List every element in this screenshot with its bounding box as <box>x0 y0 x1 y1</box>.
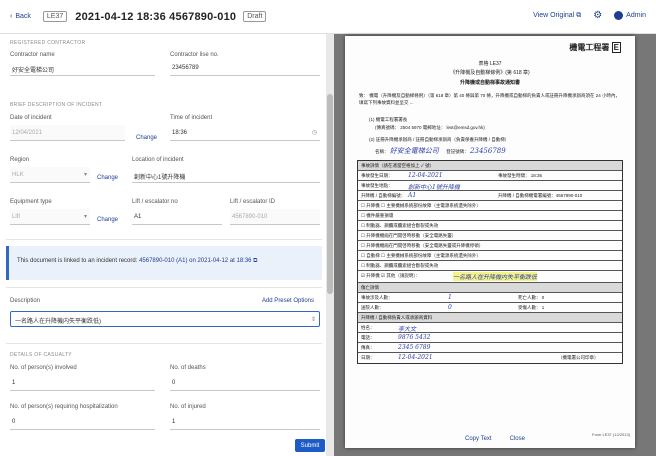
table-row: 事故詳情（請在適當空格加上 ✓ 號） <box>358 161 622 171</box>
table-row: 電話： 9876 5432 <box>358 333 622 343</box>
change-region-button[interactable]: Change <box>97 175 118 181</box>
location-field[interactable]: 創新中心1號升降機 <box>132 167 320 183</box>
scrollbar-thumb[interactable] <box>327 94 333 294</box>
table-row: ☐ 機件嚴重損壞 <box>358 211 622 221</box>
lift-id-field[interactable]: 4567890-010 <box>230 209 320 225</box>
incident-form: REGISTERED CONTRACTOR Contractor name 好安… <box>0 34 326 456</box>
contractor-name-label: Contractor name <box>10 52 55 58</box>
external-link-icon: ⧉ <box>253 258 258 264</box>
equipment-label: Equipment type <box>10 199 52 205</box>
doc-ref: 表格 LE37 <box>478 61 502 67</box>
injured-field[interactable]: 1 <box>170 414 320 430</box>
doc-title: 升降機或自動梯事故通知書 <box>459 80 520 86</box>
copy-text-button[interactable]: Copy Text <box>465 436 492 442</box>
table-row: 日期： 12-04-2021 （機電署公司印章） <box>361 354 599 361</box>
table-row: 姓名： 李大文 <box>358 323 622 333</box>
lift-no-field[interactable]: A1 <box>132 209 222 225</box>
time-field[interactable]: 18:36 ◷ <box>170 125 320 141</box>
table-row: ☐ 制動器、鋼纜或纜索組合斷裂或失效 <box>358 221 622 231</box>
doc-contractor: (2) 註冊升降機承辦商 / 註冊自動梯承辦商（負責保養升降機 / 自動梯） <box>369 137 510 142</box>
persons-involved-field[interactable]: 1 <box>10 375 155 391</box>
doc-ordinance: 《升降機及自動梯條例》(第 618 章) <box>450 70 530 76</box>
table-row: ☐ 自動梯 ☐ 主要機械系統部份故障（主電源系統遺失除外） <box>358 251 622 261</box>
external-link-icon: ⧉ <box>576 11 582 19</box>
change-equipment-button[interactable]: Change <box>97 217 118 223</box>
back-button[interactable]: ‹ Back <box>10 13 31 20</box>
persons-involved-label: No. of person(s) involved <box>10 365 77 371</box>
section-casualty: DETAILS OF CASUALTY <box>10 352 72 358</box>
section-contractor: REGISTERED CONTRACTOR <box>10 40 86 46</box>
deaths-label: No. of deaths <box>170 365 206 371</box>
incident-record-link[interactable]: 4567890-010 (A1) on 2021-04-12 at 18:36 <box>139 258 251 264</box>
form-footer-ref: Form LE37 (12/2013) <box>592 432 631 437</box>
lift-id-label: Lift / escalator ID <box>230 199 276 205</box>
divider <box>6 343 322 344</box>
divider <box>6 239 322 240</box>
hospital-label: No. of person(s) requiring hospitalizati… <box>10 404 118 410</box>
status-badge: Draft <box>243 11 267 22</box>
top-bar: ‹ Back LE37 2021-04-12 18:36 4567890-010… <box>0 0 656 34</box>
divider <box>6 287 322 288</box>
scanned-form-page: 機電工程署 E 表格 LE37 《升降機及自動梯條例》(第 618 章) 升降機… <box>345 36 635 448</box>
section-incident: BRIEF DESCRIPTION OF INCIDENT <box>10 102 103 108</box>
document-actions: Copy Text Close <box>465 436 525 442</box>
chevron-down-icon: ▾ <box>83 172 87 178</box>
injured-label: No. of injured <box>170 404 206 410</box>
table-row: 事故發生地點： 創新中心1號升降機 <box>358 181 622 191</box>
date-label: Date of incident <box>10 115 52 121</box>
table-row: 送院人數： 0 受傷人數： 1 <box>358 303 622 313</box>
submit-button[interactable]: Submit <box>295 439 325 452</box>
user-menu[interactable]: Admin <box>614 11 646 20</box>
clock-icon: ◷ <box>311 130 317 136</box>
date-field[interactable]: 12/04/2021 <box>10 125 125 141</box>
region-label: Region <box>10 157 30 163</box>
description-field[interactable]: 一名路人在升降機内失平衡跌低) ⇕ <box>10 311 320 327</box>
table-row: ☐ 升降機機廂在門開啓時移動（安全電路失靈或升降機停頓） <box>358 241 622 251</box>
time-label: Time of incident <box>170 115 213 121</box>
contractor-name-field[interactable]: 好安全電梯公司 <box>10 60 155 76</box>
top-actions: View Original ⧉ ⚙ Admin <box>533 10 646 21</box>
table-row: ☐ 制動器、鋼纜或纜索組合斷裂或失效 <box>358 261 622 271</box>
doc-to: (1) 機電工程署署長 <box>369 117 408 122</box>
deaths-field[interactable]: 0 <box>170 375 320 391</box>
expand-icon: ⇕ <box>310 317 316 323</box>
table-row: ☐ 升降機 ☐ 主要機械系統部份故障（主電源系統遺失除外） <box>358 201 622 211</box>
doc-intro: 致： 機電（升降機及自動梯條例）（第 618 章）第 40 條與第 70 條，升… <box>359 93 621 105</box>
region-select[interactable]: HLK ▾ <box>10 167 90 183</box>
table-row: 傷亡詳情 <box>358 283 622 293</box>
table-row: ☑ 升降機 ☑ 其他（請說明）： 一名路人在升降機内失平衡跌低 <box>358 271 622 283</box>
department-logo: 機電工程署 E <box>569 42 621 53</box>
table-row: 升降機 / 自動梯負責人或承辦商資料 <box>358 313 622 323</box>
form-scrollbar[interactable] <box>326 34 334 456</box>
gear-icon[interactable]: ⚙ <box>593 10 602 21</box>
chevron-down-icon: ▾ <box>83 214 87 220</box>
linked-record-banner: This document is linked to an incident r… <box>6 246 322 280</box>
lift-no-label: Lift / escalator no <box>132 199 178 205</box>
table-row: 事故涉及人數： 1 死亡人數： 0 <box>358 293 622 303</box>
table-row: ☐ 升降機機廂在門開啓時移動（安全電路失靈） <box>358 231 622 241</box>
user-icon <box>614 11 624 20</box>
location-label: Location of incident <box>132 157 184 163</box>
description-label: Description <box>10 298 41 304</box>
form-ref-tag: LE37 <box>42 11 68 22</box>
equipment-select[interactable]: Lift ▾ <box>10 209 90 225</box>
doc-name-line: 名稱： 好安全電梯公司 登記號碼： 23456789 <box>375 147 506 155</box>
add-preset-options-button[interactable]: Add Preset Options <box>262 298 314 304</box>
table-row: 升降機 / 自動梯編號： A1 升降機 / 自動梯機電署編號：4567890-010 <box>358 191 622 201</box>
highlighted-description: 一名路人在升降機内失平衡跌低 <box>453 272 538 281</box>
doc-fax: (傳真號碼： 2504 5970 電郵地址： lest@emsd.gov.hk) <box>375 125 485 130</box>
hospital-field[interactable]: 0 <box>10 414 155 430</box>
table-row: 事故發生日期： 12-04-2021 事故發生時間： 18:36 <box>358 171 622 181</box>
incident-table: 事故詳情（請在適當空格加上 ✓ 號） 事故發生日期： 12-04-2021 事故發生… <box>357 160 623 364</box>
contractor-no-field[interactable]: 23456789 <box>170 60 320 76</box>
table-row: 傳真： 2345 6789 <box>358 343 622 353</box>
view-original-link[interactable]: View Original ⧉ <box>533 12 581 20</box>
contractor-no-label: Contractor lise no. <box>170 52 219 58</box>
chevron-left-icon: ‹ <box>10 13 13 20</box>
change-date-button[interactable]: Change <box>136 135 157 141</box>
close-button[interactable]: Close <box>510 436 525 442</box>
page-title: 2021-04-12 18:36 4567890-010 <box>75 10 237 23</box>
app-window: ‹ Back LE37 2021-04-12 18:36 4567890-010… <box>0 0 656 456</box>
